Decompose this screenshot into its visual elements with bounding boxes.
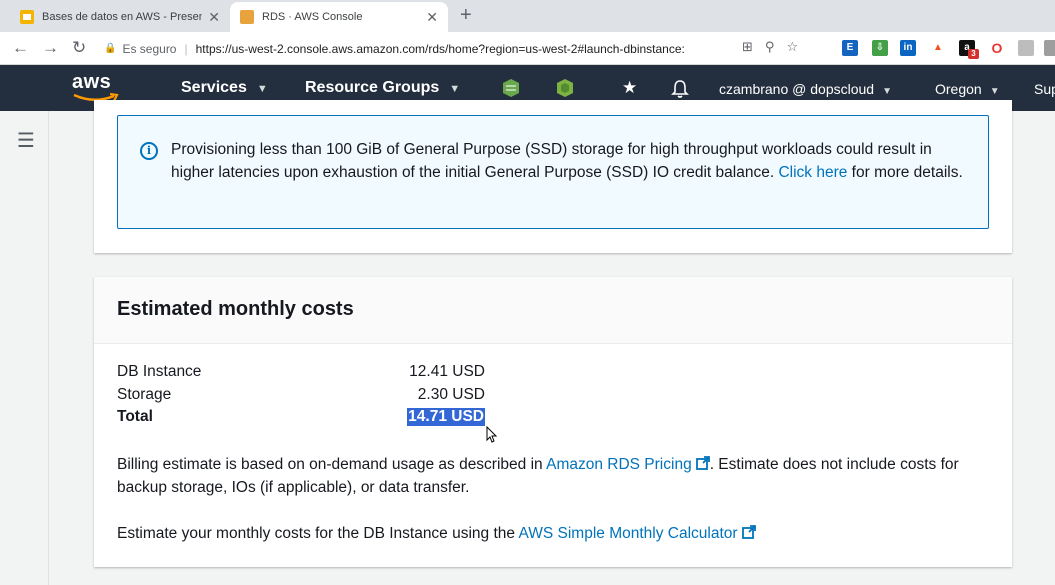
- reload-icon[interactable]: ↻: [72, 38, 86, 58]
- monthly-calculator-link[interactable]: AWS Simple Monthly Calculator: [518, 525, 756, 542]
- resource-groups-menu[interactable]: Resource Groups ▼: [305, 79, 460, 97]
- click-here-link[interactable]: Click here: [778, 164, 847, 181]
- cost-value: 2.30 USD: [417, 386, 485, 403]
- services-label: Services: [181, 79, 247, 96]
- monthly-calculator-link-text: AWS Simple Monthly Calculator: [518, 525, 738, 542]
- card-header: Estimated monthly costs: [94, 277, 1012, 344]
- estimated-costs-card: Estimated monthly costs DB Instance 12.4…: [94, 277, 1012, 567]
- browser-tab-slides[interactable]: Bases de datos en AWS - Present ✕: [10, 2, 230, 32]
- cost-label: Storage: [117, 386, 172, 403]
- browser-tab-bar: Bases de datos en AWS - Present ✕ RDS · …: [0, 0, 1055, 32]
- account-label: czambrano @ dopscloud: [719, 81, 875, 97]
- translate-icon[interactable]: ⊞: [742, 39, 753, 55]
- cost-row-storage: Storage 2.30 USD: [117, 386, 497, 408]
- back-arrow-icon[interactable]: ←: [12, 38, 29, 58]
- profile-icon[interactable]: [1044, 40, 1055, 56]
- slides-favicon-icon: [20, 10, 34, 24]
- info-alert-text: Provisioning less than 100 GiB of Genera…: [171, 138, 971, 184]
- info-alert: i Provisioning less than 100 GiB of Gene…: [117, 115, 989, 229]
- resource-groups-label: Resource Groups: [305, 79, 440, 96]
- region-label: Oregon: [935, 81, 982, 97]
- mouse-cursor-icon: [486, 426, 498, 443]
- external-link-icon: [741, 525, 756, 539]
- forward-arrow-icon[interactable]: →: [42, 38, 59, 58]
- close-tab-icon[interactable]: ✕: [208, 9, 220, 26]
- extension-icon[interactable]: E: [842, 40, 858, 56]
- info-text-after: for more details.: [851, 164, 963, 181]
- support-label: Sup: [1034, 81, 1055, 97]
- account-menu[interactable]: czambrano @ dopscloud ▼: [719, 81, 892, 97]
- rds-pricing-link-text: Amazon RDS Pricing: [546, 456, 692, 473]
- hamburger-menu-icon[interactable]: ☰: [17, 128, 35, 153]
- billing-text-before: Billing estimate is based on on-demand u…: [117, 456, 543, 473]
- cost-row-total: Total 14.71 USD: [117, 408, 497, 430]
- url-text: https://us-west-2.console.aws.amazon.com…: [195, 41, 685, 56]
- chevron-down-icon: ▼: [882, 86, 892, 97]
- extension-icon[interactable]: ⇩: [872, 40, 888, 56]
- tab-title: Bases de datos en AWS - Present: [42, 11, 203, 23]
- opera-extension-icon[interactable]: O: [989, 40, 1005, 56]
- cost-row-db-instance: DB Instance 12.41 USD: [117, 363, 497, 385]
- extension-icon[interactable]: ▲: [930, 40, 946, 56]
- cost-value: 12.41 USD: [409, 363, 485, 380]
- chevron-down-icon: ▼: [449, 83, 461, 95]
- linkedin-extension-icon[interactable]: in: [900, 40, 916, 56]
- service-shortcut-icon[interactable]: [555, 78, 575, 98]
- bell-icon[interactable]: [670, 79, 690, 99]
- calc-text-before: Estimate your monthly costs for the DB I…: [117, 525, 516, 542]
- info-icon: i: [140, 142, 158, 160]
- lock-icon: 🔒: [104, 43, 117, 54]
- chevron-down-icon: ▼: [256, 83, 268, 95]
- region-menu[interactable]: Oregon ▼: [935, 81, 1000, 97]
- total-value-selected[interactable]: 14.71 USD: [407, 408, 485, 426]
- cost-label: DB Instance: [117, 363, 202, 380]
- tab-title: RDS · AWS Console: [262, 11, 363, 23]
- card-title: Estimated monthly costs: [117, 298, 354, 320]
- extension-icon[interactable]: [1018, 40, 1034, 56]
- close-tab-icon[interactable]: ✕: [426, 9, 438, 26]
- aws-favicon-icon: [240, 10, 254, 24]
- browser-tab-rds[interactable]: RDS · AWS Console ✕: [230, 2, 448, 32]
- cost-label: Total: [117, 408, 153, 425]
- calculator-text: Estimate your monthly costs for the DB I…: [117, 522, 997, 545]
- support-menu[interactable]: Sup: [1034, 81, 1055, 97]
- pin-star-icon[interactable]: ★: [622, 78, 637, 98]
- browser-address-bar: ← → ↻ 🔒 Es seguro | https://us-west-2.co…: [0, 32, 1055, 65]
- new-tab-icon[interactable]: +: [460, 4, 472, 27]
- chevron-down-icon: ▼: [989, 86, 1000, 97]
- security-label: Es seguro: [122, 41, 177, 56]
- service-shortcut-icon[interactable]: [501, 78, 521, 98]
- extension-badge: 3: [968, 49, 979, 59]
- zoom-icon[interactable]: ⚲: [765, 39, 775, 55]
- bookmark-star-icon[interactable]: ☆: [786, 39, 798, 55]
- external-link-icon: [695, 456, 710, 470]
- aws-logo-text: aws: [72, 71, 112, 93]
- rds-pricing-link[interactable]: Amazon RDS Pricing: [546, 456, 710, 473]
- billing-estimate-text: Billing estimate is based on on-demand u…: [117, 453, 997, 499]
- services-menu[interactable]: Services ▼: [181, 79, 268, 97]
- sidebar-divider: [48, 111, 49, 585]
- url-field[interactable]: 🔒 Es seguro | https://us-west-2.console.…: [104, 36, 826, 61]
